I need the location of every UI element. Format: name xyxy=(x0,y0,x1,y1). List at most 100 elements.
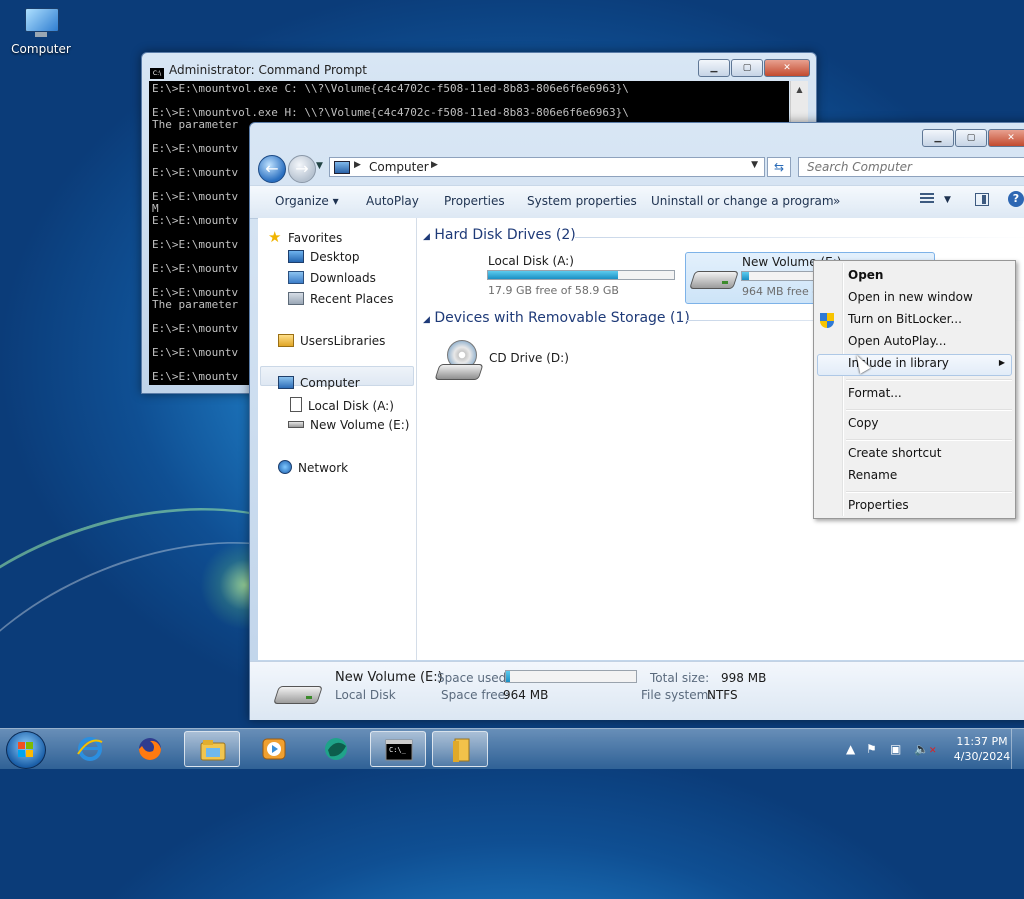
details-pane: New Volume (E:) Local Disk Space used: S… xyxy=(250,661,1024,720)
media-player-icon xyxy=(262,738,286,760)
arrow-right-icon: → xyxy=(295,159,309,178)
menu-item-copy[interactable]: Copy xyxy=(848,416,878,430)
group-divider xyxy=(575,237,1024,238)
details-type: Local Disk xyxy=(335,688,396,702)
nav-favorites[interactable]: ★ Favorites xyxy=(268,228,342,246)
chevron-right-icon[interactable]: ▶ xyxy=(354,160,361,170)
forward-button[interactable]: → xyxy=(288,155,316,183)
shield-icon xyxy=(820,313,834,329)
taskbar-command-prompt[interactable]: C:\_ xyxy=(370,731,426,767)
drive-icon xyxy=(288,421,304,428)
navigation-pane: ★ Favorites Desktop Downloads Recent Plac… xyxy=(258,218,417,660)
refresh-button[interactable]: ⇆ xyxy=(767,157,791,177)
back-button[interactable]: ← xyxy=(258,155,286,183)
total-size-value: 998 MB xyxy=(721,671,767,685)
autoplay-button[interactable]: AutoPlay xyxy=(366,194,419,208)
close-button[interactable]: ✕ xyxy=(764,59,810,77)
arrow-left-icon: ← xyxy=(265,159,279,178)
space-used-label: Space used: xyxy=(437,671,511,685)
recent-pages-button[interactable]: ▼ xyxy=(316,161,323,171)
clock[interactable]: 11:37 PM 4/30/2024 xyxy=(946,734,1018,764)
menu-item-create-shortcut[interactable]: Create shortcut xyxy=(848,446,941,460)
taskbar-firefox[interactable] xyxy=(122,731,178,767)
action-center-flag-icon[interactable]: ⚑ xyxy=(866,742,877,756)
chevron-down-icon[interactable]: ▼ xyxy=(751,160,758,170)
desktop-icon-computer[interactable]: Computer xyxy=(6,8,76,56)
nav-recent-places[interactable]: Recent Places xyxy=(288,292,393,306)
network-status-icon[interactable]: ▣ xyxy=(890,742,901,756)
details-name: New Volume (E:) xyxy=(335,670,443,685)
organize-button[interactable]: Organize ▾ xyxy=(275,194,339,208)
system-tray: ▲ ⚑ ▣ 🔈✕ 11:37 PM 4/30/2024 xyxy=(842,729,1024,769)
maximize-button[interactable]: ▢ xyxy=(731,59,763,77)
menu-item-open[interactable]: Open xyxy=(848,268,883,282)
windows-logo-icon xyxy=(18,742,34,758)
desktop-icon-label: Computer xyxy=(11,42,71,56)
nav-local-disk[interactable]: Local Disk (A:) xyxy=(290,397,394,413)
search-input[interactable] xyxy=(798,157,1024,177)
globe-icon xyxy=(325,738,347,760)
firefox-icon xyxy=(139,738,161,760)
show-desktop-button[interactable] xyxy=(1011,729,1024,769)
cd-drive-icon xyxy=(434,340,484,384)
group-header-hdd[interactable]: ◢ Hard Disk Drives (2) xyxy=(423,227,576,243)
minimize-button[interactable]: ▁ xyxy=(698,59,730,77)
nav-libraries[interactable]: UsersLibraries xyxy=(278,334,385,348)
chevron-right-icon[interactable]: ▶ xyxy=(431,160,438,170)
space-free-label: Space free: xyxy=(441,688,510,702)
cmd-icon: C:\ xyxy=(150,68,164,79)
internet-explorer-icon xyxy=(77,737,103,761)
svg-text:C:\_: C:\_ xyxy=(389,746,407,754)
nav-desktop[interactable]: Desktop xyxy=(288,250,360,264)
taskbar-media-player[interactable] xyxy=(246,731,302,767)
address-bar[interactable]: ▶ Computer ▶ ▼ xyxy=(329,157,765,177)
system-properties-button[interactable]: System properties xyxy=(527,194,637,208)
network-icon xyxy=(278,460,292,474)
star-icon: ★ xyxy=(268,228,282,246)
view-options-icon[interactable] xyxy=(920,193,934,205)
close-button[interactable]: ✕ xyxy=(988,129,1024,147)
nav-network[interactable]: Network xyxy=(278,460,348,475)
menu-separator xyxy=(846,491,1012,493)
menu-item-open-new-window[interactable]: Open in new window xyxy=(848,290,973,304)
libraries-icon xyxy=(278,334,294,347)
breadcrumb-computer[interactable]: Computer xyxy=(369,160,429,174)
menu-item-properties[interactable]: Properties xyxy=(848,498,909,512)
minimize-button[interactable]: ▁ xyxy=(922,129,954,147)
console-line: E:\>E:\mountvol.exe H: \\?\Volume{c4c470… xyxy=(152,106,629,119)
menu-item-autoplay[interactable]: Open AutoPlay... xyxy=(848,334,946,348)
file-system-value: NTFS xyxy=(707,688,738,702)
taskbar-app-globe[interactable] xyxy=(308,731,364,767)
start-button[interactable] xyxy=(6,731,46,769)
show-hidden-icons-icon[interactable]: ▲ xyxy=(846,742,855,756)
recent-places-icon xyxy=(288,292,304,305)
uninstall-program-button[interactable]: Uninstall or change a program xyxy=(651,194,834,208)
scroll-up-icon[interactable]: ▲ xyxy=(791,81,808,98)
nav-downloads[interactable]: Downloads xyxy=(288,271,376,285)
nav-new-volume[interactable]: New Volume (E:) xyxy=(288,418,409,432)
menu-separator xyxy=(846,439,1012,441)
computer-icon xyxy=(23,8,59,38)
help-icon[interactable]: ? xyxy=(1008,191,1024,207)
preview-pane-icon[interactable] xyxy=(975,193,989,206)
disk-icon xyxy=(290,397,302,412)
taskbar-internet-explorer[interactable] xyxy=(62,731,118,767)
chevron-down-icon[interactable]: ▼ xyxy=(944,195,951,205)
menu-item-bitlocker[interactable]: Turn on BitLocker... xyxy=(848,312,962,326)
maximize-button[interactable]: ▢ xyxy=(955,129,987,147)
more-commands-button[interactable]: » xyxy=(833,194,840,208)
taskbar-windows-explorer[interactable] xyxy=(184,731,240,767)
properties-button[interactable]: Properties xyxy=(444,194,505,208)
refresh-icon: ⇆ xyxy=(773,160,785,174)
menu-item-rename[interactable]: Rename xyxy=(848,468,897,482)
nav-computer[interactable]: Computer xyxy=(278,376,360,390)
group-header-removable[interactable]: ◢ Devices with Removable Storage (1) xyxy=(423,310,690,326)
hard-drive-icon xyxy=(689,263,739,291)
folder-icon xyxy=(453,738,470,762)
clock-time: 11:37 PM xyxy=(956,735,1008,748)
navigation-bar: ← → ▼ ▶ Computer ▶ ▼ ⇆ xyxy=(250,151,1024,185)
taskbar-folder[interactable] xyxy=(432,731,488,767)
menu-item-format[interactable]: Format... xyxy=(848,386,902,400)
command-bar: Organize ▾ AutoPlay Properties System pr… xyxy=(250,185,1024,219)
volume-muted-icon[interactable]: 🔈✕ xyxy=(914,742,937,756)
